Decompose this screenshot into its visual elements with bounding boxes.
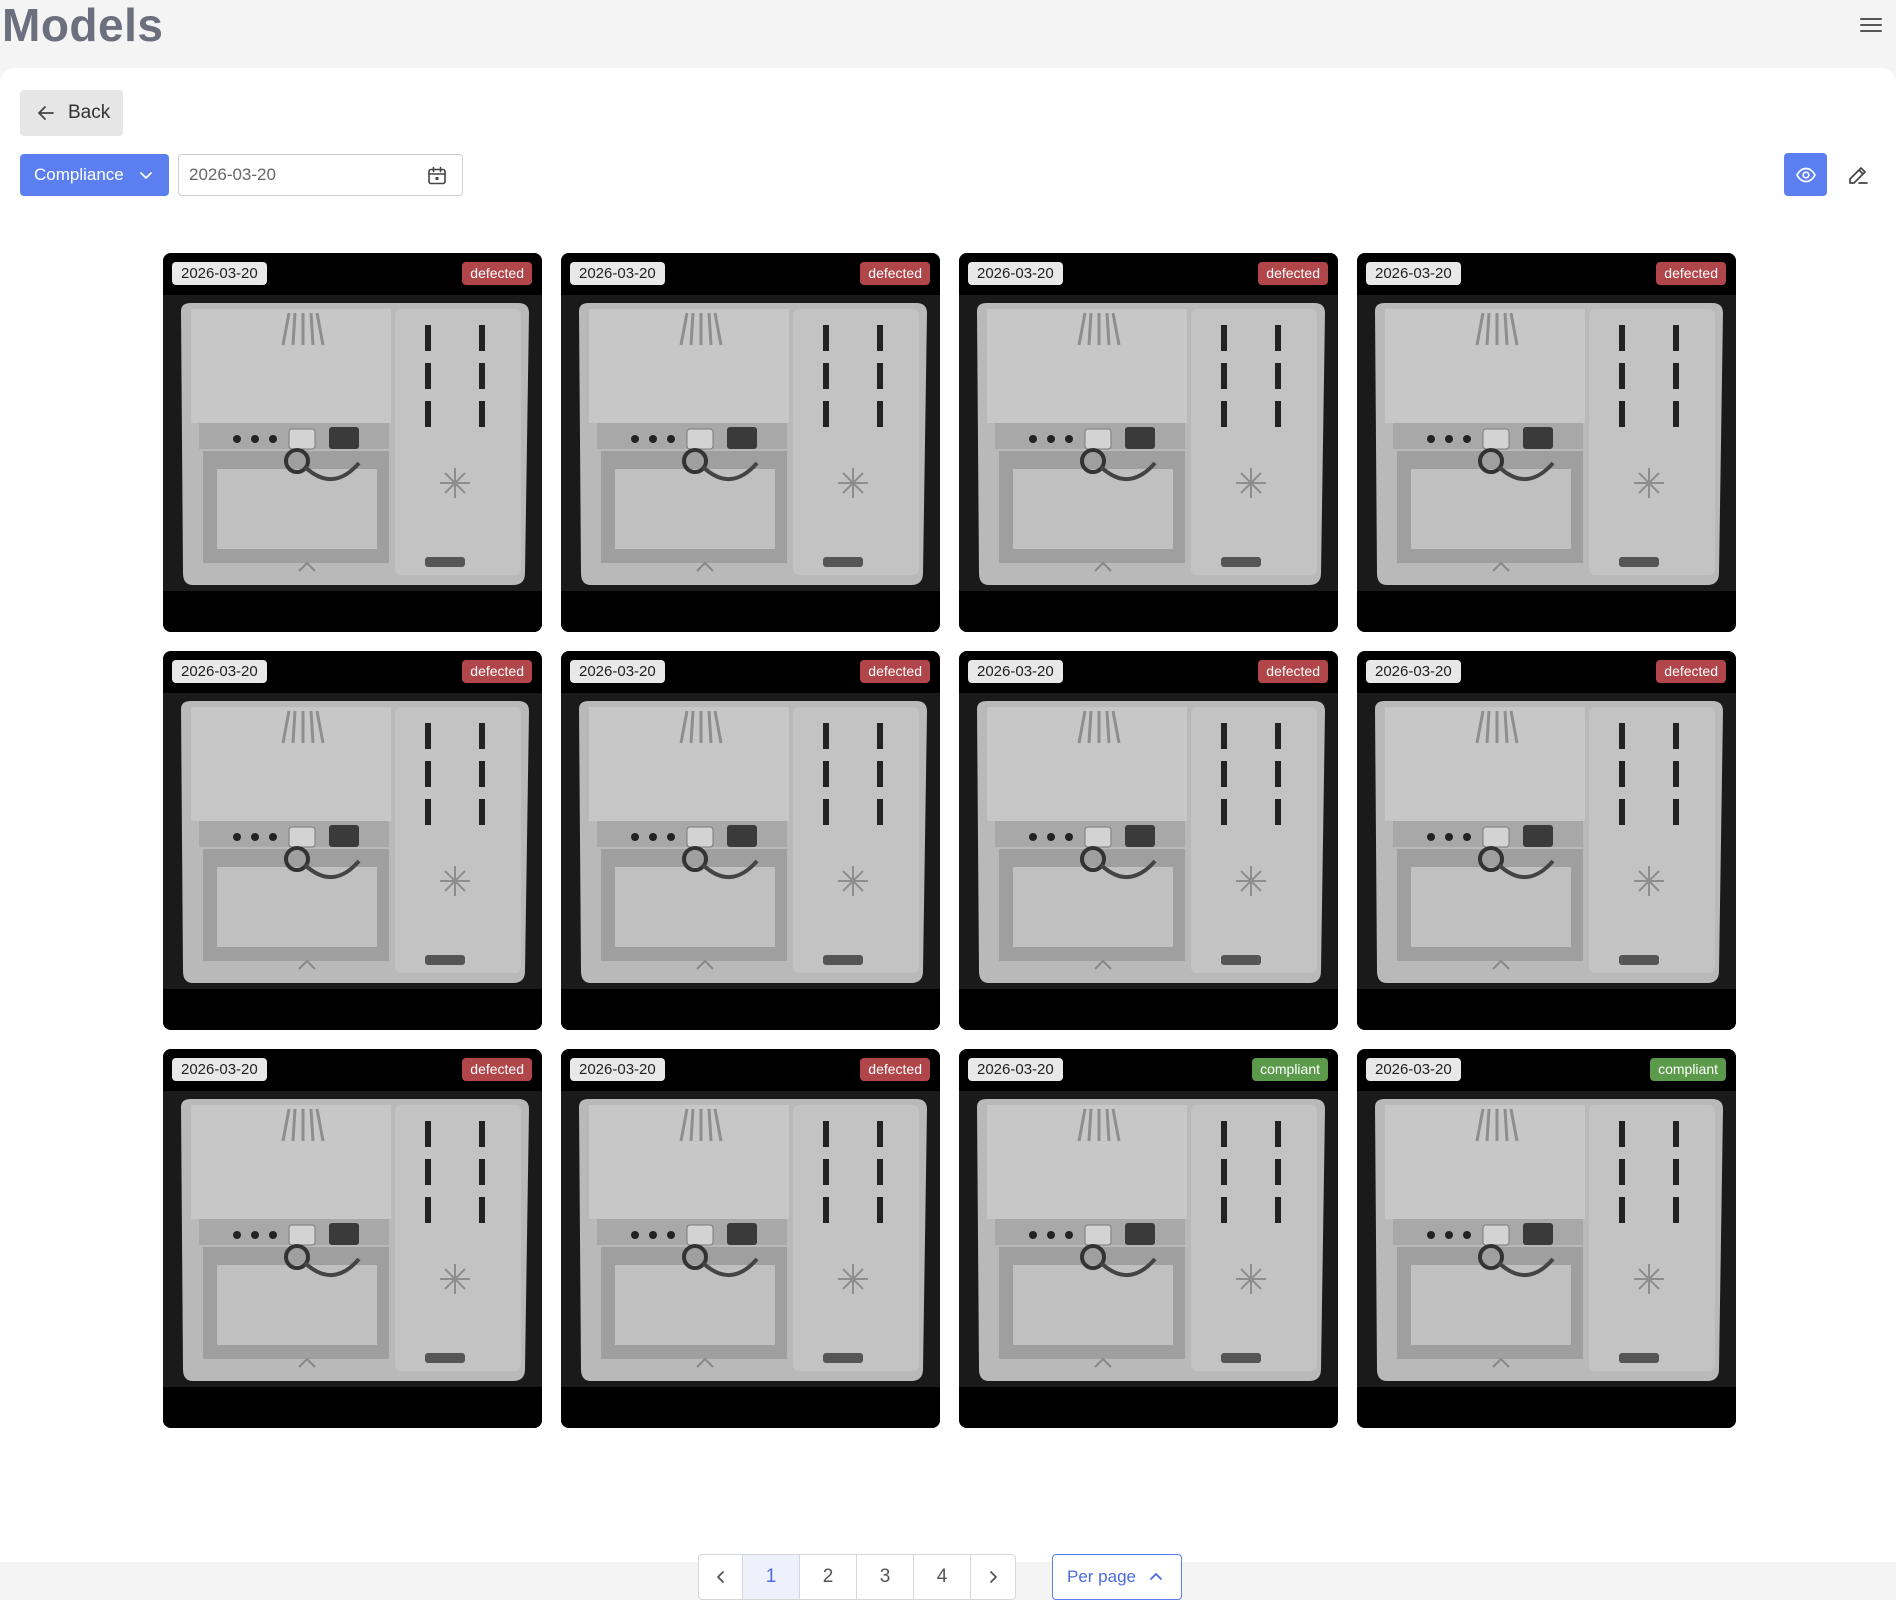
status-badge: compliant — [1252, 1058, 1328, 1081]
image-card[interactable]: 2026-03-20 compliant — [1357, 1049, 1736, 1428]
product-photo — [163, 253, 542, 632]
capture-date-badge: 2026-03-20 — [1366, 660, 1461, 683]
status-badge: defected — [462, 262, 532, 285]
product-photo — [959, 253, 1338, 632]
capture-date-badge: 2026-03-20 — [968, 660, 1063, 683]
product-photo — [959, 651, 1338, 1030]
product-photo — [1357, 253, 1736, 632]
product-photo — [561, 1049, 940, 1428]
product-photo — [163, 651, 542, 1030]
product-photo — [561, 651, 940, 1030]
image-card[interactable]: 2026-03-20 defected — [163, 651, 542, 1030]
image-card[interactable]: 2026-03-20 defected — [561, 651, 940, 1030]
capture-date-badge: 2026-03-20 — [570, 262, 665, 285]
chevron-down-icon — [139, 172, 152, 179]
capture-date-badge: 2026-03-20 — [1366, 1058, 1461, 1081]
back-button-label: Back — [68, 102, 111, 123]
status-badge: defected — [860, 660, 930, 683]
chevron-left-icon — [716, 1571, 724, 1583]
menu-line — [1860, 24, 1882, 26]
image-card[interactable]: 2026-03-20 defected — [1357, 651, 1736, 1030]
capture-date-badge: 2026-03-20 — [172, 660, 267, 683]
product-photo — [163, 1049, 542, 1428]
hamburger-menu-icon[interactable] — [1860, 14, 1882, 36]
status-badge: defected — [860, 262, 930, 285]
image-card[interactable]: 2026-03-20 defected — [561, 1049, 940, 1428]
status-badge: defected — [1656, 262, 1726, 285]
image-card[interactable]: 2026-03-20 defected — [561, 253, 940, 632]
image-card[interactable]: 2026-03-20 defected — [163, 1049, 542, 1428]
status-badge: defected — [462, 1058, 532, 1081]
menu-line — [1860, 18, 1882, 20]
status-badge: defected — [1656, 660, 1726, 683]
image-grid: 2026-03-20 defected 2026-03-20 defected … — [163, 253, 1736, 1428]
back-button[interactable]: Back — [20, 90, 123, 136]
capture-date-badge: 2026-03-20 — [570, 1058, 665, 1081]
product-photo — [1357, 651, 1736, 1030]
status-badge: defected — [462, 660, 532, 683]
compliance-filter-label: Compliance — [34, 165, 124, 184]
product-photo — [959, 1049, 1338, 1428]
compliance-filter-dropdown[interactable]: Compliance — [20, 154, 169, 196]
eye-icon — [1795, 167, 1816, 182]
pagination: 1 2 3 4 — [698, 1554, 1016, 1600]
capture-date-badge: 2026-03-20 — [172, 262, 267, 285]
chevron-right-icon — [990, 1571, 997, 1583]
capture-date-badge: 2026-03-20 — [570, 660, 665, 683]
chevron-up-icon — [1150, 1573, 1162, 1580]
capture-date-badge: 2026-03-20 — [172, 1058, 267, 1081]
status-badge: defected — [1258, 660, 1328, 683]
main-panel: Back Compliance 2026-03-20 2026-03-20 de… — [0, 68, 1896, 1600]
image-card[interactable]: 2026-03-20 defected — [959, 253, 1338, 632]
image-card[interactable]: 2026-03-20 defected — [959, 651, 1338, 1030]
page-title: Models — [2, 0, 164, 51]
image-card[interactable]: 2026-03-20 defected — [1357, 253, 1736, 632]
view-mode-button[interactable] — [1784, 153, 1827, 196]
capture-date-badge: 2026-03-20 — [968, 1058, 1063, 1081]
image-card[interactable]: 2026-03-20 defected — [163, 253, 542, 632]
image-card[interactable]: 2026-03-20 compliant — [959, 1049, 1338, 1428]
date-field[interactable] — [189, 165, 409, 185]
product-photo — [561, 253, 940, 632]
status-badge: compliant — [1650, 1058, 1726, 1081]
top-bar: Models — [0, 0, 1896, 66]
edit-icon[interactable] — [1846, 163, 1870, 187]
product-photo — [1357, 1049, 1736, 1428]
arrow-left-icon — [38, 106, 54, 120]
date-picker[interactable] — [178, 154, 463, 196]
per-page-dropdown[interactable]: Per page — [1052, 1554, 1182, 1600]
capture-date-badge: 2026-03-20 — [968, 262, 1063, 285]
menu-line — [1860, 30, 1882, 32]
calendar-icon[interactable] — [426, 165, 448, 187]
capture-date-badge: 2026-03-20 — [1366, 262, 1461, 285]
per-page-label: Per page — [1067, 1567, 1136, 1586]
status-badge: defected — [860, 1058, 930, 1081]
status-badge: defected — [1258, 262, 1328, 285]
